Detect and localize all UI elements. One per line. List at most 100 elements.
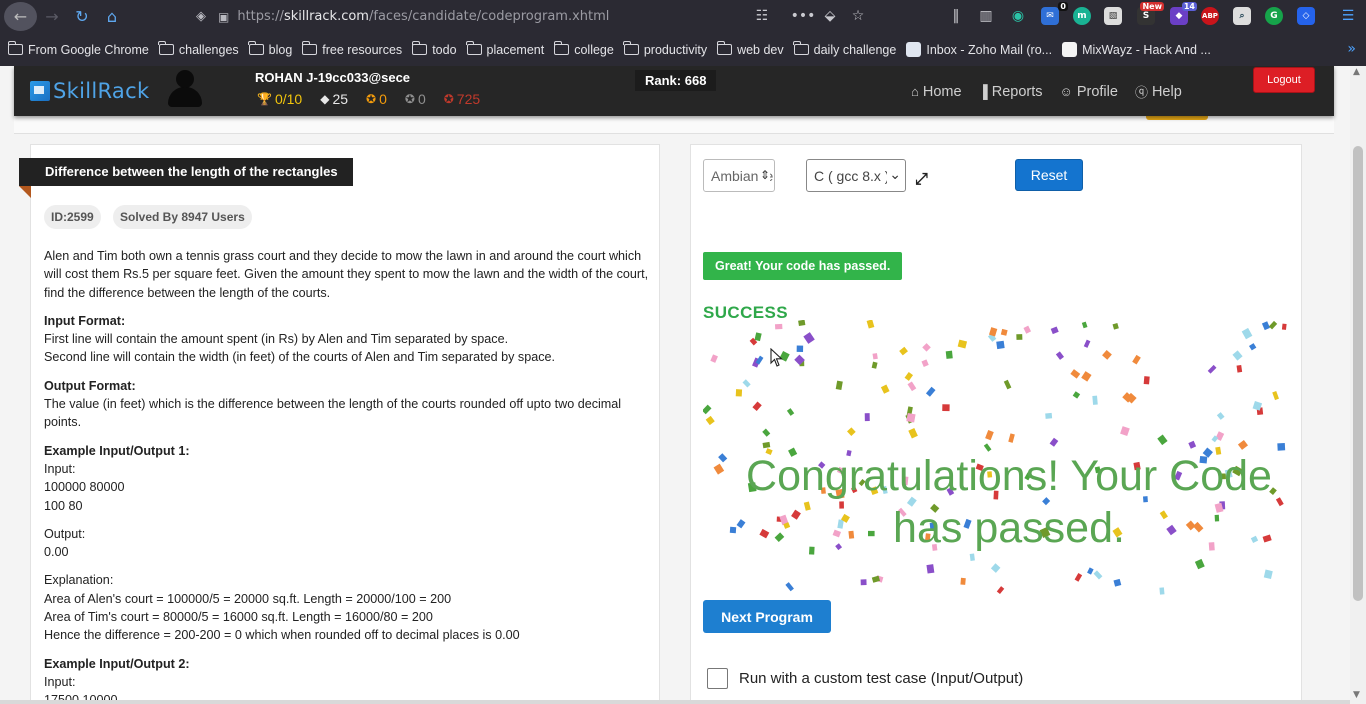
reader-view-icon[interactable]: ☷ (752, 6, 772, 26)
input-format-line: First line will contain the amount spent… (44, 332, 509, 347)
adblock-plus-icon[interactable]: ABP (1201, 7, 1219, 25)
account-icon[interactable]: ◉ (1008, 6, 1028, 26)
confetti-piece (1188, 440, 1197, 449)
scroll-down-icon[interactable]: ▼ (1353, 690, 1360, 700)
scroll-thumb[interactable] (1353, 146, 1363, 601)
stat-item: 🏆 0/10 (257, 91, 302, 107)
bookmark-item[interactable]: challenges (158, 41, 239, 57)
folder-icon (411, 41, 428, 55)
bookmark-item[interactable]: productivity (623, 41, 707, 57)
bookmark-label: From Google Chrome (28, 42, 149, 57)
input-label: Input: (44, 674, 76, 689)
bookmark-item[interactable]: web dev (716, 41, 784, 57)
skillrack-logo[interactable]: SkillRack (30, 79, 149, 103)
site-header: SkillRack ROHAN J-19cc033@sece 🏆 0/10 ◆ 25 ✪… (14, 66, 1334, 116)
nav-label: Help (1151, 83, 1182, 100)
url-text[interactable]: https://skillrack.com/faces/candidate/co… (237, 9, 609, 24)
confetti-piece (921, 359, 929, 368)
library-icon[interactable]: ‖ (946, 6, 966, 26)
search-extension-icon[interactable]: ⌕ (1233, 7, 1251, 25)
image-extension-icon[interactable]: ▧ (1104, 7, 1122, 25)
custom-test-checkbox[interactable] (707, 668, 728, 689)
nav-home[interactable]: ⌂ Home (911, 82, 962, 101)
custom-test-option[interactable]: Run with a custom test case (Input/Outpu… (707, 668, 1023, 689)
confetti-piece (785, 582, 794, 592)
bookmark-label: placement (486, 42, 545, 57)
bookmark-item[interactable]: Inbox - Zoho Mail (ro... (906, 42, 1052, 57)
counter-extension-icon[interactable]: ◆ 14 (1170, 2, 1197, 25)
bookmark-item[interactable]: college (553, 41, 614, 57)
scroll-up-icon[interactable]: ▲ (1353, 67, 1360, 77)
bookmark-item[interactable]: todo (411, 41, 457, 57)
more-actions-icon[interactable]: ••• (791, 6, 816, 26)
nav-reports[interactable]: ▐ Reports (979, 82, 1043, 101)
logout-button[interactable]: Logout (1253, 67, 1315, 93)
bookmark-item[interactable]: free resources (301, 41, 403, 57)
bookmarks-overflow-icon[interactable]: » (1347, 41, 1356, 57)
bookmark-item[interactable]: daily challenge (793, 41, 896, 57)
pocket-icon[interactable]: ⬙ (820, 6, 840, 26)
back-arrow-icon[interactable]: ← (4, 2, 37, 31)
nav-profile[interactable]: ☺ Profile (1060, 82, 1118, 101)
confetti-piece (1074, 572, 1083, 582)
confetti-piece (1207, 364, 1217, 374)
next-program-button[interactable]: Next Program (703, 600, 831, 633)
fullscreen-expand-icon[interactable]: ⤢ (915, 169, 928, 189)
nav-help[interactable]: ⓠ Help (1135, 82, 1182, 101)
confetti-piece (907, 381, 917, 392)
output-label: Output: (44, 526, 86, 541)
language-select-value: C ( gcc 8.x ) (814, 167, 890, 184)
confetti-piece (1132, 354, 1141, 365)
confetti-piece (1232, 350, 1243, 361)
bookmark-item[interactable]: MixWayz - Hack And ... (1062, 42, 1211, 57)
confetti-piece (872, 353, 878, 360)
confetti-piece (710, 354, 718, 363)
stat-value: 25 (332, 91, 349, 107)
url-bar[interactable]: ◈ ▣ https://skillrack.com/faces/candidat… (196, 4, 879, 29)
shield-icon[interactable]: ◈ (196, 9, 206, 24)
home-icon: ⌂ (911, 84, 919, 99)
confetti-piece (1281, 323, 1287, 330)
confetti-piece (1157, 434, 1168, 446)
avatar[interactable] (168, 70, 202, 108)
confetti-piece (762, 428, 771, 437)
rank-badge: Rank: 668 (635, 70, 717, 91)
select-updown-icon: ⇕ (757, 168, 770, 182)
confetti-piece (960, 577, 966, 585)
cube-extension-icon[interactable]: ◇ (1297, 7, 1315, 25)
page-scrollbar[interactable]: ▲ ▼ (1350, 66, 1366, 704)
notification-extension-icon[interactable]: ✉ 0 (1041, 2, 1068, 25)
grammarly-icon[interactable]: G (1265, 7, 1283, 25)
bookmark-item[interactable]: placement (466, 41, 545, 57)
output-format-text: The value (in feet) which is the differe… (44, 397, 622, 430)
sidebar-icon[interactable]: ▥ (976, 6, 996, 26)
confetti-piece (1000, 328, 1008, 336)
bookmark-star-icon[interactable]: ☆ (848, 6, 868, 26)
new-extension-icon[interactable]: S New (1137, 2, 1164, 25)
reset-button[interactable]: Reset (1015, 159, 1083, 191)
confetti-piece (880, 384, 890, 394)
forward-arrow-icon[interactable]: → (37, 2, 67, 32)
problem-title: Difference between the length of the rec… (19, 158, 353, 186)
confetti-piece (1092, 395, 1098, 405)
m-extension-icon[interactable]: m (1073, 7, 1091, 25)
example-1-output: 0.00 (44, 545, 69, 560)
reload-icon[interactable]: ↻ (67, 2, 97, 32)
home-icon[interactable]: ⌂ (97, 2, 127, 32)
url-prefix: https:// (237, 9, 284, 24)
language-select[interactable]: C ( gcc 8.x ) ⌄ (806, 159, 906, 192)
bookmark-label: todo (432, 42, 457, 57)
bookmark-label: free resources (322, 42, 403, 57)
url-domain: skillrack.com (283, 9, 369, 24)
bookmark-item[interactable]: blog (248, 41, 292, 57)
bookmark-item[interactable]: From Google Chrome (7, 41, 149, 57)
confetti-piece (996, 340, 1005, 350)
confetti-piece (906, 412, 916, 423)
congratulations-message: Congratulations! Your Code has passed. (746, 452, 1272, 552)
problem-description: Alen and Tim both own a tennis grass cou… (44, 247, 649, 704)
menu-icon[interactable]: ☰ (1338, 6, 1358, 26)
theme-select[interactable]: Ambiance ⇕ (703, 159, 775, 192)
gold-medal-icon: ✪ (366, 92, 377, 106)
confetti-piece (752, 401, 762, 412)
lock-icon[interactable]: ▣ (218, 10, 229, 24)
